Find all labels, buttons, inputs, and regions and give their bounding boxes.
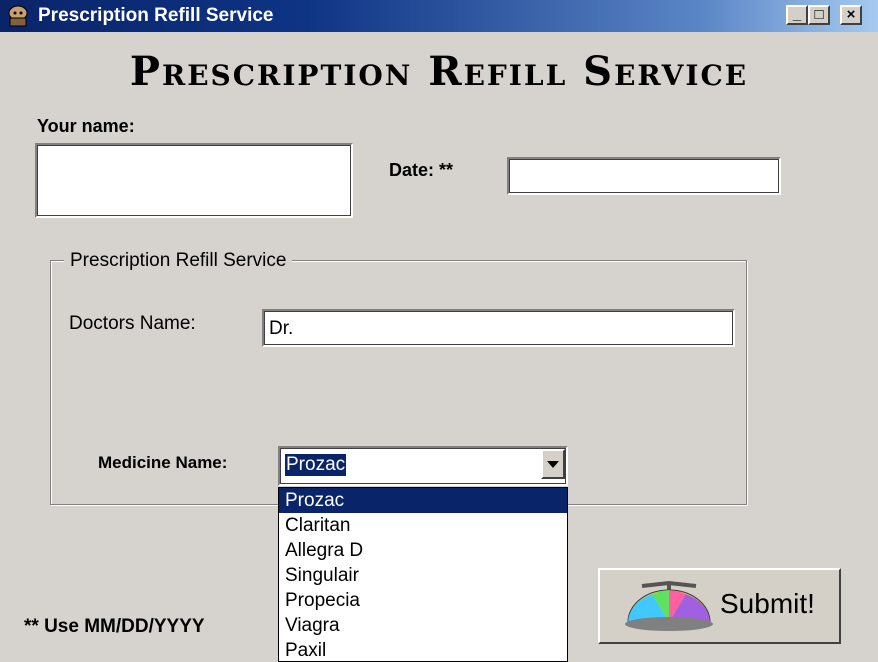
- doctor-name-input[interactable]: Dr.: [262, 309, 735, 347]
- maximize-icon: □: [814, 6, 824, 23]
- doctor-name-value: Dr.: [269, 318, 294, 339]
- medicine-selected-value: Prozac: [285, 454, 347, 476]
- dropdown-arrow-button[interactable]: [541, 449, 565, 479]
- submit-button[interactable]: Submit!: [598, 568, 841, 644]
- minimize-button[interactable]: _: [786, 5, 808, 25]
- medicine-option-viagra[interactable]: Viagra: [279, 613, 567, 638]
- maximize-button[interactable]: □: [808, 5, 830, 25]
- app-icon[interactable]: [6, 5, 30, 27]
- your-name-label: Your name:: [37, 116, 135, 136]
- medicine-option-propecia[interactable]: Propecia: [279, 588, 567, 613]
- chevron-down-icon: [547, 461, 559, 468]
- close-icon: ×: [846, 6, 856, 23]
- medicine-select[interactable]: Prozac: [278, 446, 568, 486]
- propeller-beanie-icon: [625, 580, 713, 631]
- medicine-option-singulair[interactable]: Singulair: [279, 563, 567, 588]
- medicine-option-allegra-d[interactable]: Allegra D: [279, 538, 567, 563]
- doctor-name-label: Doctors Name:: [69, 313, 196, 334]
- medicine-dropdown-list[interactable]: Prozac Claritan Allegra D Singulair Prop…: [278, 487, 568, 662]
- submit-label: Submit!: [720, 588, 815, 619]
- date-format-footnote: ** Use MM/DD/YYYY: [24, 616, 205, 637]
- medicine-option-paxil[interactable]: Paxil: [279, 638, 567, 661]
- date-label: Date: **: [389, 160, 454, 180]
- page-heading: Prescription Refill Service: [129, 48, 749, 95]
- minimize-icon: _: [792, 6, 802, 23]
- your-name-input[interactable]: [35, 143, 353, 218]
- medicine-name-label: Medicine Name:: [98, 453, 228, 472]
- window-title: Prescription Refill Service: [38, 5, 274, 26]
- close-button[interactable]: ×: [840, 5, 862, 25]
- medicine-option-prozac[interactable]: Prozac: [279, 488, 567, 513]
- medicine-option-claritan[interactable]: Claritan: [279, 513, 567, 538]
- group-legend: Prescription Refill Service: [64, 250, 293, 272]
- date-input[interactable]: [507, 157, 781, 195]
